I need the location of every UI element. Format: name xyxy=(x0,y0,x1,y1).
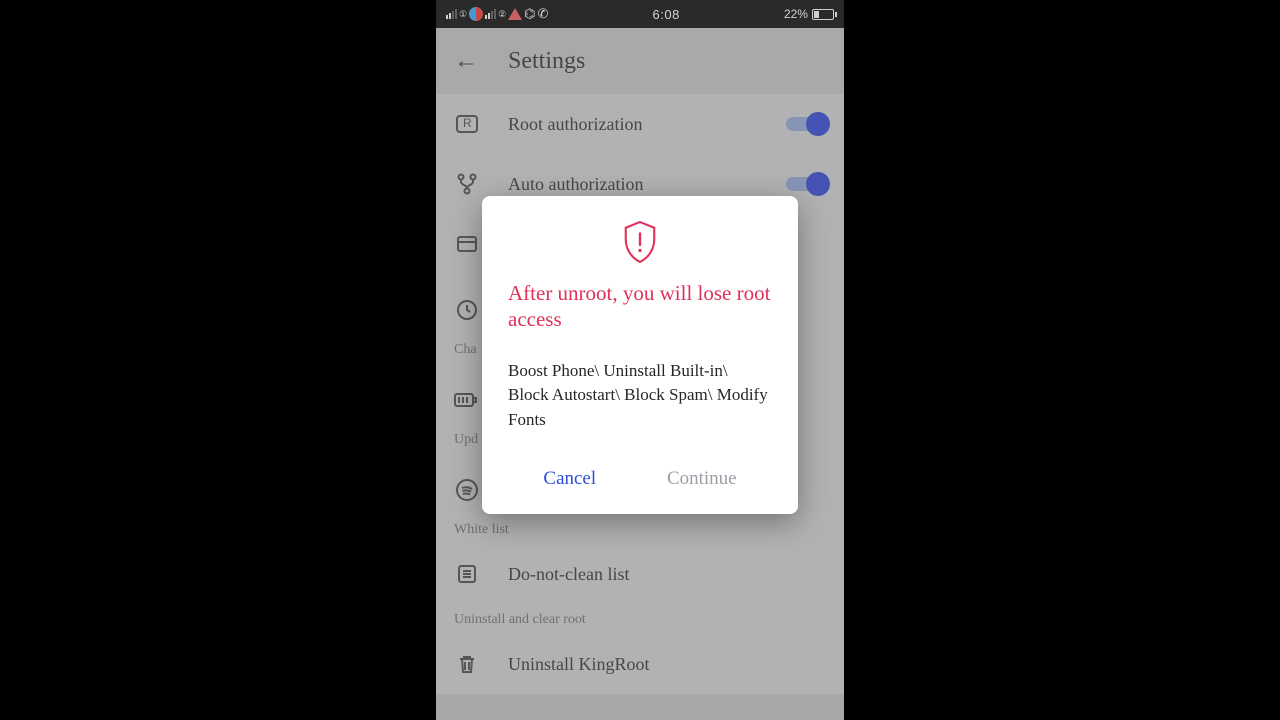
battery-icon xyxy=(812,9,834,20)
toggle-auto-auth[interactable] xyxy=(786,177,826,191)
branch-icon xyxy=(454,171,480,197)
trash-icon xyxy=(454,651,480,677)
lock-icon xyxy=(454,111,480,137)
card-icon xyxy=(454,231,480,257)
row-do-not-clean[interactable]: Do-not-clean list xyxy=(436,544,844,604)
status-right: 22% xyxy=(784,7,834,21)
dialog-actions: Cancel Continue xyxy=(508,460,772,496)
voicemail-icon: ⌬ xyxy=(524,6,535,22)
section-whitelist: White list xyxy=(436,514,844,544)
page-title: Settings xyxy=(508,48,585,75)
triangle-icon xyxy=(508,8,522,20)
sync-icon xyxy=(469,7,483,21)
app-header: ← Settings xyxy=(436,28,844,94)
back-icon[interactable]: ← xyxy=(454,47,478,75)
signal-icon xyxy=(446,9,457,19)
status-time: 6:08 xyxy=(653,7,680,22)
toggle-root-auth[interactable] xyxy=(786,117,826,131)
list-icon xyxy=(454,561,480,587)
dialog-body: Boost Phone\ Uninstall Built-in\ Block A… xyxy=(508,359,772,433)
whatsapp-icon: ✆ xyxy=(538,6,549,22)
section-uninstall-root: Uninstall and clear root xyxy=(436,604,844,634)
cancel-button[interactable]: Cancel xyxy=(533,464,606,494)
row-uninstall-kingroot[interactable]: Uninstall KingRoot xyxy=(436,634,844,694)
shield-warning-icon xyxy=(508,220,772,264)
status-left: ① ② ⌬ ✆ xyxy=(446,6,548,22)
signal-icon-2 xyxy=(485,9,496,19)
dialog-title: After unroot, you will lose root access xyxy=(508,280,772,333)
spotify-icon xyxy=(454,477,480,503)
unroot-warning-dialog: After unroot, you will lose root access … xyxy=(482,196,798,514)
status-bar: ① ② ⌬ ✆ 6:08 22% xyxy=(436,0,844,28)
battery-charge-icon xyxy=(454,387,480,413)
row-root-authorization[interactable]: Root authorization xyxy=(436,94,844,154)
battery-percent: 22% xyxy=(784,7,808,21)
continue-button[interactable]: Continue xyxy=(657,464,747,494)
clock-icon xyxy=(454,297,480,323)
